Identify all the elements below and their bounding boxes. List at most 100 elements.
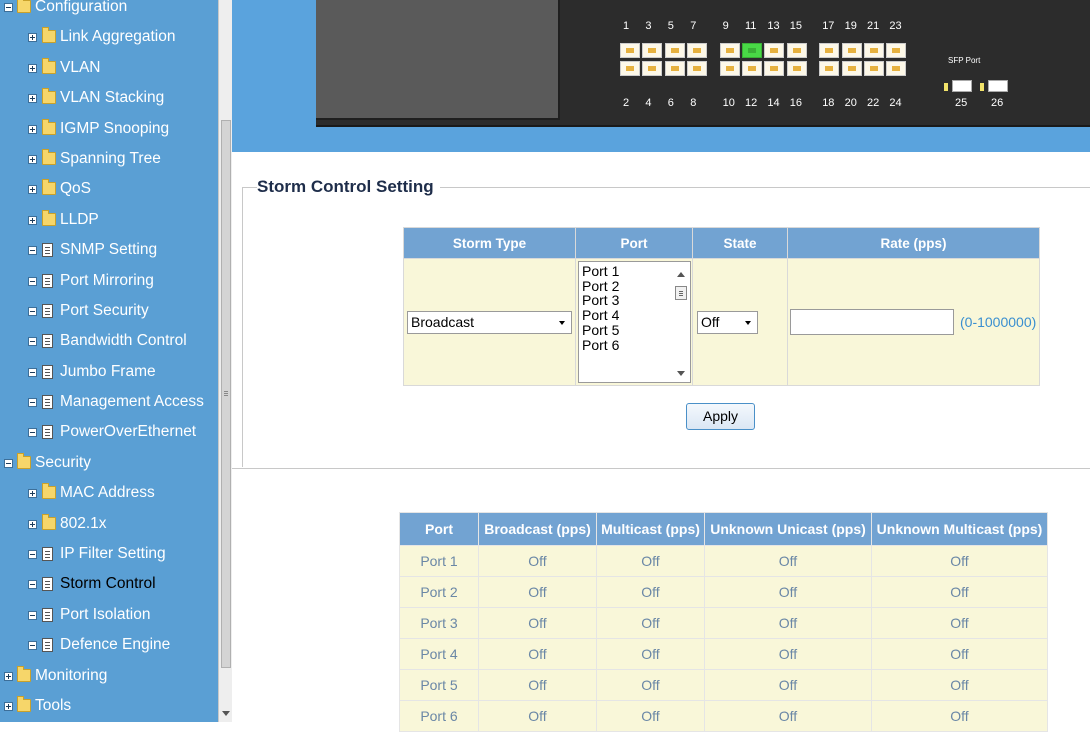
sidebar-item-tools[interactable]: Tools xyxy=(0,691,218,721)
port-15-icon[interactable] xyxy=(786,43,807,58)
collapse-icon[interactable] xyxy=(28,398,37,408)
state-select[interactable]: Off xyxy=(697,310,758,334)
status-column-header: Broadcast (pps) xyxy=(478,512,597,546)
sidebar-item-igmp-snooping[interactable]: IGMP Snooping xyxy=(0,114,218,144)
port-1-icon[interactable] xyxy=(620,43,640,58)
port-13-icon[interactable] xyxy=(764,43,785,58)
port-19-icon[interactable] xyxy=(841,43,862,58)
port-24-icon[interactable] xyxy=(886,61,907,76)
port-5-icon[interactable] xyxy=(664,43,685,58)
collapse-icon[interactable] xyxy=(28,428,37,438)
expand-icon[interactable] xyxy=(28,185,37,195)
listbox-scrollbar[interactable] xyxy=(674,268,688,378)
sidebar-item-label: Link Aggregation xyxy=(60,28,176,46)
expand-icon[interactable] xyxy=(28,519,37,529)
storm-status-table: Port Broadcast (pps) Multicast (pps) Unknow… xyxy=(399,512,1048,732)
expand-icon[interactable] xyxy=(28,124,37,134)
sidebar-item-lldp[interactable]: LLDP xyxy=(0,205,218,235)
collapse-icon[interactable] xyxy=(4,3,13,12)
sidebar-item-vlan-stacking[interactable]: VLAN Stacking xyxy=(0,83,218,113)
port-2-icon[interactable] xyxy=(620,61,640,76)
sidebar-item-qos[interactable]: QoS xyxy=(0,174,218,204)
collapse-icon[interactable] xyxy=(28,337,37,347)
sidebar-item-snmp-setting[interactable]: SNMP Setting xyxy=(0,235,218,265)
sidebar-item-management-access[interactable]: Management Access xyxy=(0,387,218,417)
port-6-icon[interactable] xyxy=(664,61,685,76)
collapse-icon[interactable] xyxy=(28,610,37,620)
expand-icon[interactable] xyxy=(4,671,13,681)
table-cell: Port 3 xyxy=(399,607,479,639)
sidebar-item-port-mirroring[interactable]: Port Mirroring xyxy=(0,266,218,296)
collapse-icon[interactable] xyxy=(28,306,37,316)
port-number-label: 20 xyxy=(844,97,857,109)
collapse-icon[interactable] xyxy=(28,246,37,256)
collapse-icon[interactable] xyxy=(4,458,13,468)
sidebar-item-label: Port Security xyxy=(60,301,149,319)
sidebar-item-spanning-tree[interactable]: Spanning Tree xyxy=(0,144,218,174)
scroll-up-arrow-icon[interactable] xyxy=(677,272,685,277)
port-10-icon[interactable] xyxy=(719,61,740,76)
listbox-scroll-thumb[interactable] xyxy=(675,286,687,300)
scroll-down-arrow-icon[interactable] xyxy=(222,711,230,716)
sfp-port-26-icon[interactable] xyxy=(988,80,1008,92)
port-18-icon[interactable] xyxy=(819,61,840,76)
nav-tree: Configuration Link Aggregation VLAN VLAN St… xyxy=(0,0,218,721)
expand-icon[interactable] xyxy=(28,33,37,43)
port-9-icon[interactable] xyxy=(719,43,740,58)
expand-icon[interactable] xyxy=(28,154,37,164)
page-icon xyxy=(42,273,53,288)
port-17-icon[interactable] xyxy=(819,43,840,58)
expand-icon[interactable] xyxy=(28,94,37,104)
port-16-icon[interactable] xyxy=(786,61,807,76)
collapse-icon[interactable] xyxy=(28,276,37,286)
port-20-icon[interactable] xyxy=(841,61,862,76)
section-title: Storm Control Setting xyxy=(257,177,440,197)
scroll-down-arrow-icon[interactable] xyxy=(677,371,685,376)
folder-open-icon xyxy=(17,452,31,469)
table-cell: Port 4 xyxy=(399,638,479,670)
port-listbox[interactable]: Port 1 Port 2 Port 3 Port 4 Port 5 Port 6 xyxy=(578,261,691,383)
table-row: Port 6 Off Off Off Off xyxy=(399,700,1048,732)
sidebar-item-mac-address[interactable]: MAC Address xyxy=(0,478,218,508)
sidebar-item-link-aggregation[interactable]: Link Aggregation xyxy=(0,22,218,52)
collapse-icon[interactable] xyxy=(28,550,37,560)
sidebar-scrollbar[interactable] xyxy=(218,0,232,722)
collapse-icon[interactable] xyxy=(28,367,37,377)
expand-icon[interactable] xyxy=(4,701,13,711)
sidebar-item-storm-control[interactable]: Storm Control xyxy=(0,569,218,599)
port-22-icon[interactable] xyxy=(864,61,884,76)
sidebar-item-defence-engine[interactable]: Defence Engine xyxy=(0,630,218,660)
port-11-icon[interactable] xyxy=(742,43,762,58)
expand-icon[interactable] xyxy=(28,215,37,225)
sfp-port-25-icon[interactable] xyxy=(952,80,972,92)
collapse-icon[interactable] xyxy=(28,580,37,590)
sidebar-item-security[interactable]: Security xyxy=(0,448,218,478)
port-4-icon[interactable] xyxy=(642,61,663,76)
scrollbar-thumb[interactable] xyxy=(221,120,231,668)
expand-icon[interactable] xyxy=(28,489,37,499)
port-number-label: 26 xyxy=(991,97,1004,109)
sidebar-item-monitoring[interactable]: Monitoring xyxy=(0,661,218,691)
port-14-icon[interactable] xyxy=(764,61,785,76)
sidebar-item-802-1x[interactable]: 802.1x xyxy=(0,509,218,539)
status-table-body: Port 1 Off Off Off Off Port 2 Off Off Off Off Port… xyxy=(399,545,1048,732)
port-7-icon[interactable] xyxy=(687,43,708,58)
rate-input[interactable] xyxy=(790,309,954,335)
expand-icon[interactable] xyxy=(28,63,37,73)
sidebar-item-port-security[interactable]: Port Security xyxy=(0,296,218,326)
port-12-icon[interactable] xyxy=(742,61,762,76)
sidebar-item-configuration[interactable]: Configuration xyxy=(0,0,218,22)
apply-button[interactable]: Apply xyxy=(686,403,755,430)
storm-type-select[interactable]: Broadcast xyxy=(407,310,572,334)
sidebar-item-jumbo-frame[interactable]: Jumbo Frame xyxy=(0,357,218,387)
sidebar-item-poweroverethernet[interactable]: PowerOverEthernet xyxy=(0,417,218,447)
sidebar-item-port-isolation[interactable]: Port Isolation xyxy=(0,600,218,630)
port-8-icon[interactable] xyxy=(687,61,708,76)
sidebar-item-vlan[interactable]: VLAN xyxy=(0,53,218,83)
collapse-icon[interactable] xyxy=(28,641,37,651)
port-21-icon[interactable] xyxy=(864,43,884,58)
sidebar-item-ip-filter-setting[interactable]: IP Filter Setting xyxy=(0,539,218,569)
port-23-icon[interactable] xyxy=(886,43,907,58)
port-3-icon[interactable] xyxy=(642,43,663,58)
sidebar-item-bandwidth-control[interactable]: Bandwidth Control xyxy=(0,326,218,356)
